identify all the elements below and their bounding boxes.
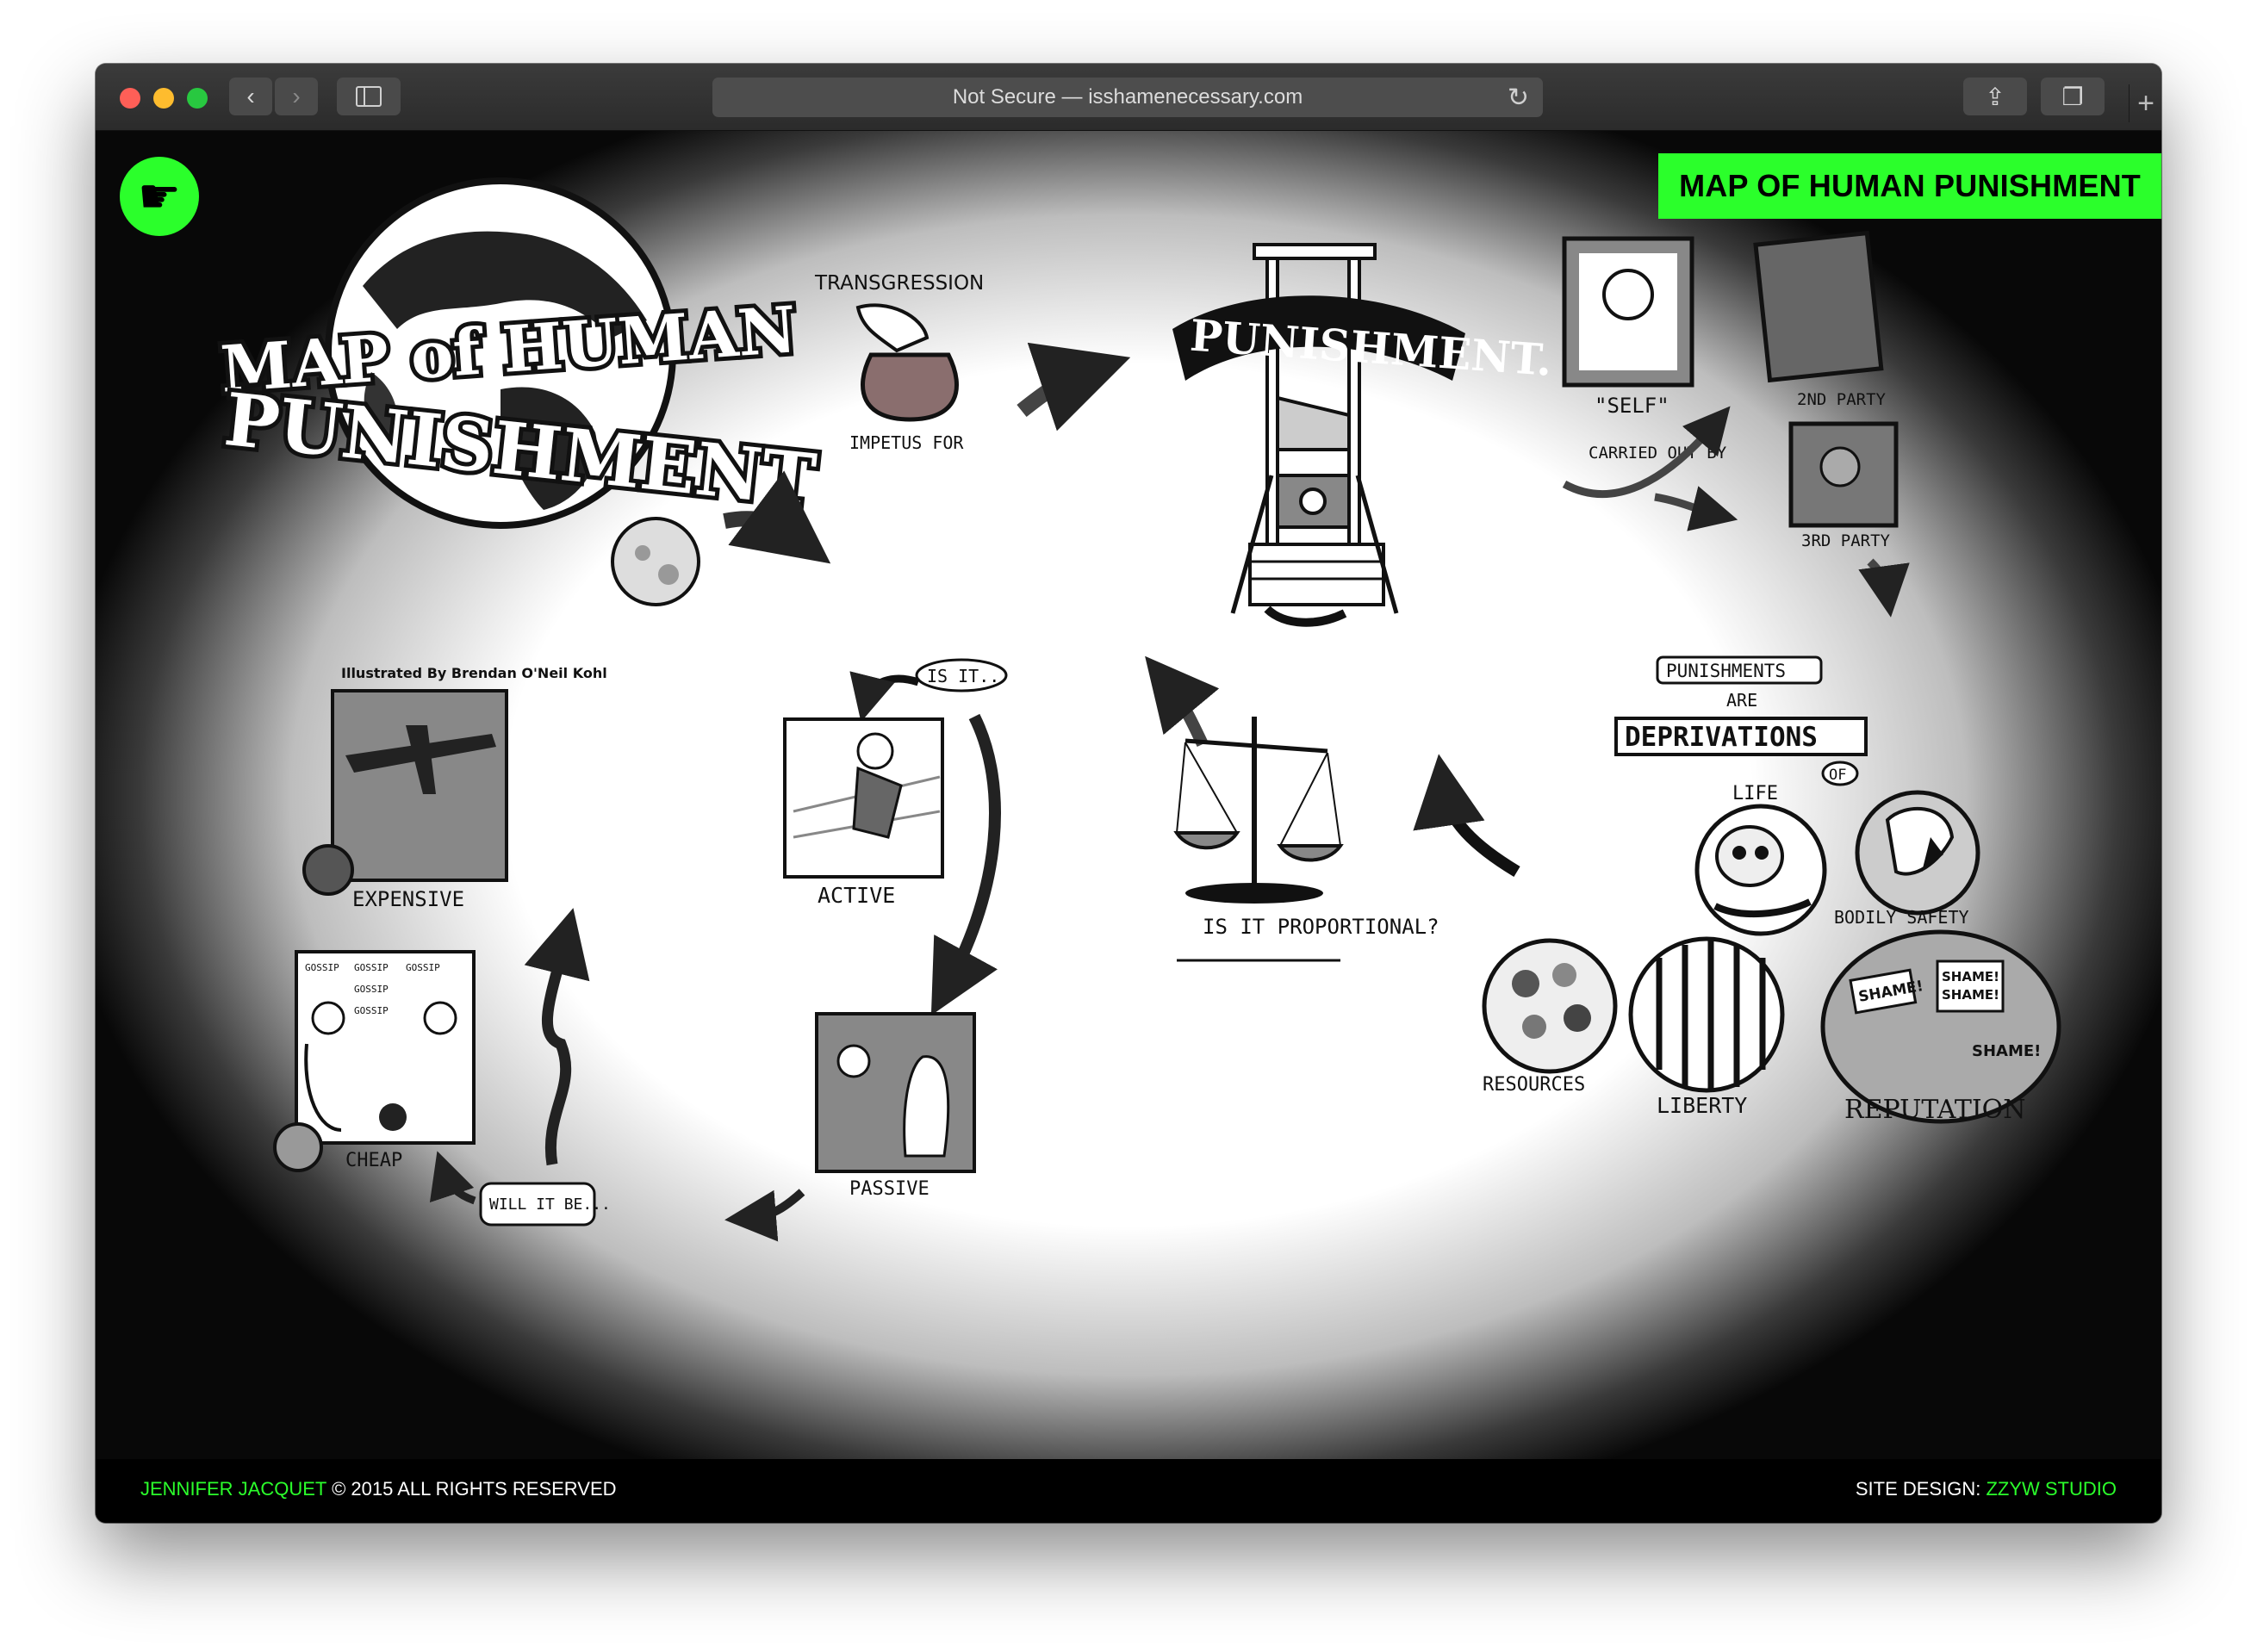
- new-tab-button[interactable]: +: [2129, 84, 2161, 122]
- carried-out-by-label: CARRIED OUT BY: [1589, 444, 1727, 463]
- scales-illustration: IS IT PROPORTIONAL?: [1145, 655, 1439, 962]
- tabs-button[interactable]: ❐: [2041, 78, 2105, 115]
- passive-label: PASSIVE: [849, 1178, 930, 1200]
- gossip-text-3: GOSSIP: [406, 962, 440, 973]
- shame-sign-2: SHAME!: [1942, 969, 1999, 984]
- transgression-illustration: TRANSGRESSION IMPETUS FOR: [814, 272, 984, 453]
- is-it-bubble: IS IT..: [927, 666, 999, 686]
- forward-button[interactable]: ›: [275, 78, 318, 115]
- shame-sign-3: SHAME!: [1942, 987, 1999, 1003]
- tabs-icon: ❐: [2061, 83, 2084, 110]
- back-button[interactable]: ‹: [229, 78, 272, 115]
- carried-out-by-section: "SELF" 2ND PARTY 3RD PARTY CARRIED OUT B…: [1562, 230, 1910, 618]
- page-content: ☛ MAP OF HUMAN PUNISHMENT MAP of HUMAN P…: [96, 131, 2161, 1459]
- share-button[interactable]: ⇪: [1963, 78, 2027, 115]
- liberty-label: LIBERTY: [1657, 1093, 1747, 1118]
- third-party-label: 3RD PARTY: [1801, 531, 1891, 550]
- minimize-window-button[interactable]: [153, 88, 174, 109]
- reload-icon[interactable]: ↻: [1508, 83, 1529, 113]
- gossip-text-5: GOSSIP: [354, 1005, 389, 1016]
- gossip-text-2: GOSSIP: [354, 962, 389, 973]
- expensive-label: EXPENSIVE: [352, 887, 464, 911]
- chevron-left-icon: ‹: [246, 83, 255, 109]
- designer-link[interactable]: ZZYW STUDIO: [1986, 1478, 2117, 1500]
- design-label: SITE DESIGN:: [1855, 1478, 1987, 1500]
- footer-credit: SITE DESIGN: ZZYW STUDIO: [1856, 1478, 2117, 1500]
- title-bar: ‹ › Not Secure — isshamenecessary.com ↻ …: [96, 64, 2161, 131]
- guillotine-illustration: PUNISHMENT.: [1172, 243, 1554, 627]
- address-text: Not Secure — isshamenecessary.com: [952, 85, 1303, 109]
- active-label: ACTIVE: [818, 883, 895, 908]
- sidebar-button[interactable]: [337, 78, 401, 115]
- is-it-label: IS IT PROPORTIONAL?: [1203, 915, 1439, 939]
- gossip-text-4: GOSSIP: [354, 984, 389, 995]
- life-label: LIFE: [1732, 783, 1778, 804]
- bodily-safety-label: BODILY SAFETY: [1834, 907, 1969, 928]
- map-title-text: MAP of HUMAN PUNISHMENT: [215, 289, 824, 527]
- will-it-be-bubble: WILL IT BE...: [489, 1196, 611, 1214]
- illustrator-credit: Illustrated By Brendan O'Neil Kohl: [341, 665, 607, 681]
- active-passive-section: IS IT.. ACTIVE PASSIVE: [724, 658, 1008, 1242]
- reputation-label: REPUTATION: [1844, 1095, 2026, 1125]
- self-label: "SELF": [1595, 394, 1669, 418]
- of-label: OF: [1829, 767, 1846, 784]
- chevron-right-icon: ›: [292, 83, 301, 109]
- browser-window: ‹ › Not Secure — isshamenecessary.com ↻ …: [96, 64, 2161, 1523]
- footer-copyright: JENNIFER JACQUET © 2015 ALL RIGHTS RESER…: [140, 1478, 617, 1500]
- deprivations-section: PUNISHMENTS ARE DEPRIVATIONS OF LIFE BOD…: [1413, 655, 2061, 1125]
- address-bar[interactable]: Not Secure — isshamenecessary.com ↻: [712, 78, 1543, 117]
- map-illustration: MAP of HUMAN PUNISHMENT TRANSGRESSION IM…: [215, 177, 2061, 1242]
- second-party-label: 2ND PARTY: [1797, 390, 1887, 409]
- shame-sign-4: SHAME!: [1972, 1042, 2041, 1060]
- expensive-cheap-section: Illustrated By Brendan O'Neil Kohl EXPEN…: [273, 665, 611, 1227]
- author-link[interactable]: JENNIFER JACQUET: [140, 1478, 326, 1500]
- resources-label: RESOURCES: [1483, 1074, 1585, 1096]
- impetus-label: IMPETUS FOR: [849, 432, 964, 453]
- deprivations-label: DEPRIVATIONS: [1625, 722, 1818, 753]
- zoom-window-button[interactable]: [187, 88, 208, 109]
- site-footer: JENNIFER JACQUET © 2015 ALL RIGHTS RESER…: [96, 1459, 2161, 1523]
- copyright-text: © 2015 ALL RIGHTS RESERVED: [326, 1478, 617, 1500]
- transgression-label: TRANSGRESSION: [814, 272, 984, 295]
- share-icon: ⇪: [1985, 83, 2005, 110]
- gossip-text-1: GOSSIP: [305, 962, 339, 973]
- close-window-button[interactable]: [120, 88, 140, 109]
- sidebar-icon: [356, 86, 382, 107]
- punishments-label: PUNISHMENTS: [1666, 661, 1786, 681]
- cheap-label: CHEAP: [345, 1150, 402, 1171]
- are-label: ARE: [1726, 690, 1757, 711]
